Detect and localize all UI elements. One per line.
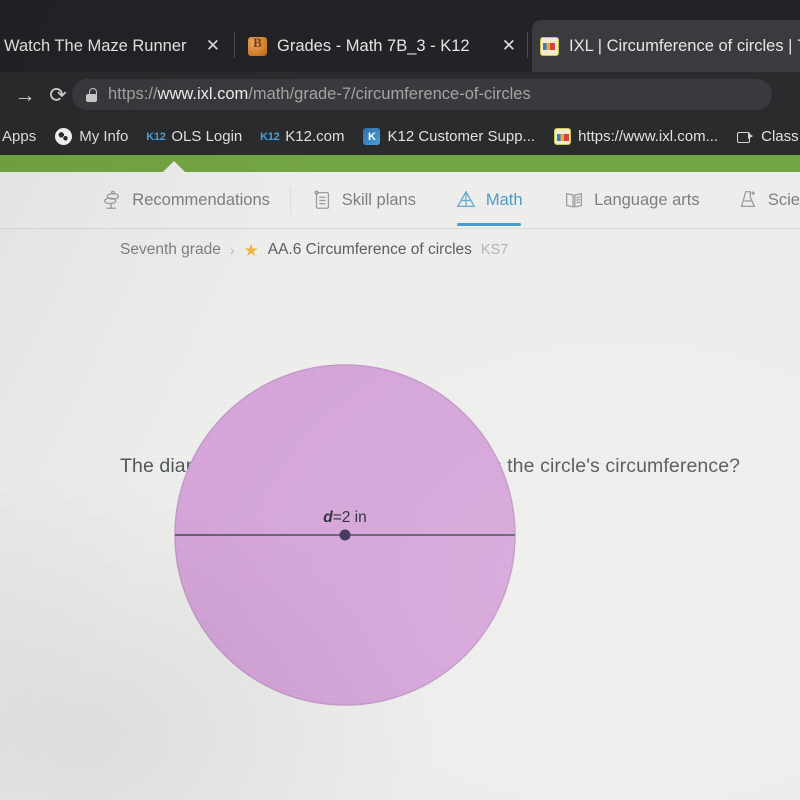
tab-divider-1 (527, 32, 528, 58)
tab-science[interactable]: Scie (737, 172, 800, 229)
bookmark-class-label: Class (761, 128, 799, 145)
star-icon[interactable]: ★ (244, 242, 259, 259)
breadcrumb-level-code: KS7 (480, 242, 509, 258)
bookmark-k12-com-label: K12.com (285, 128, 345, 145)
bookmark-apps-label: Apps (2, 128, 37, 145)
tab-science-label: Scie (767, 190, 800, 209)
k12-icon: K12 (260, 130, 280, 143)
bookmark-ols-login-label: OLS Login (171, 128, 243, 145)
ixl-nav-tabs: Recommendations Skill plans Math Languag… (0, 172, 800, 229)
tab-divider-0 (234, 32, 235, 58)
bookmark-k12-com[interactable]: K12 K12.com (260, 128, 345, 145)
url-host: www.ixl.com (157, 85, 249, 103)
question-text: The diameter of a circle is 2 inches. Wh… (120, 455, 741, 477)
chevron-right-icon: › (229, 242, 235, 258)
bookmark-k12-customer-support-label: K12 Customer Supp... (387, 128, 536, 145)
tab-language-arts-label: Language arts (594, 190, 700, 209)
url-text: https://www.ixl.com/math/grade-7/circumf… (108, 85, 531, 104)
tab-math-label: Math (485, 190, 523, 209)
k12-badge-icon: K (363, 128, 381, 145)
bookmark-ixl-url[interactable]: https://www.ixl.com... (554, 128, 718, 145)
tab-recommendations-label: Recommendations (132, 190, 270, 209)
tab-language-arts[interactable]: Language arts (563, 172, 700, 229)
ixl-icon (554, 128, 572, 145)
browser-tab-2[interactable]: IXL | Circumference of circles | 7t (532, 20, 800, 72)
science-flask-icon (737, 189, 759, 211)
url-scheme: https:// (108, 85, 158, 103)
bookmarks-bar: Apps My Info K12 OLS Login K12 K12.com K… (0, 118, 800, 155)
browser-tab-1-title: Grades - Math 7B_3 - K12 Inc (277, 36, 475, 55)
url-bar[interactable]: https://www.ixl.com/math/grade-7/circumf… (72, 79, 772, 110)
tab-recommendations[interactable]: Recommendations (101, 172, 270, 229)
tab-skill-plans[interactable]: Skill plans (311, 172, 416, 229)
math-pyramid-icon (455, 189, 477, 211)
nav-divider (289, 187, 291, 213)
book-icon (563, 189, 585, 211)
browser-tab-2-title: IXL | Circumference of circles | 7t (569, 36, 800, 55)
screenshot-photo: Watch The Maze Runner | Prime ✕ Grades -… (0, 0, 800, 800)
ixl-icon (540, 36, 559, 56)
camera-icon (737, 128, 754, 145)
breadcrumb-grade[interactable]: Seventh grade (120, 241, 221, 259)
bookmark-my-info[interactable]: My Info (55, 128, 128, 145)
browser-tab-strip: Watch The Maze Runner | Prime ✕ Grades -… (0, 0, 800, 72)
lock-icon (86, 88, 97, 102)
browser-tab-0-close-icon[interactable]: ✕ (206, 37, 220, 55)
blackboard-icon (248, 35, 267, 56)
ixl-page: Recommendations Skill plans Math Languag… (0, 155, 800, 800)
tab-skill-plans-label: Skill plans (341, 190, 416, 209)
ixl-green-header-bar (0, 155, 800, 172)
bookmark-my-info-label: My Info (79, 128, 129, 145)
skill-plans-icon (311, 189, 333, 211)
url-path: /math/grade-7/circumference-of-circles (248, 85, 531, 103)
breadcrumb-skill: AA.6 Circumference of circles (267, 241, 472, 258)
breadcrumb: Seventh grade › ★ AA.6 Circumference of … (120, 241, 508, 259)
forward-icon[interactable]: → (12, 84, 38, 106)
bookmark-k12-customer-support[interactable]: K K12 Customer Supp... (363, 128, 535, 145)
browser-tab-0-title: Watch The Maze Runner | Prime (4, 36, 192, 55)
globe-icon (55, 128, 73, 145)
browser-chrome: Watch The Maze Runner | Prime ✕ Grades -… (0, 0, 800, 155)
svg-text:d=2 in: d=2 in (323, 509, 367, 526)
bookmark-ols-login[interactable]: K12 OLS Login (146, 128, 243, 145)
bookmark-apps[interactable]: Apps (2, 128, 36, 145)
bookmark-class[interactable]: Class (737, 128, 799, 145)
active-tab-notch (163, 161, 185, 172)
tab-math[interactable]: Math (455, 172, 523, 229)
browser-tab-1[interactable]: Grades - Math 7B_3 - K12 Inc ✕ (248, 20, 525, 72)
browser-tab-1-close-icon[interactable]: ✕ (501, 37, 517, 55)
reload-icon[interactable]: ⟳ (46, 83, 70, 107)
recommendations-icon (101, 189, 123, 211)
bookmark-ixl-url-label: https://www.ixl.com... (578, 128, 719, 145)
k12-icon: K12 (146, 130, 166, 143)
browser-tab-0[interactable]: Watch The Maze Runner | Prime ✕ (0, 20, 228, 72)
